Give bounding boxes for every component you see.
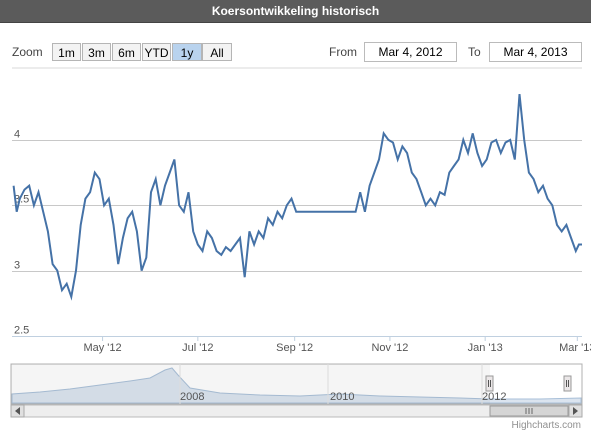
y-axis-labels: 2.533.54 [14, 129, 29, 337]
x-tick-label: Sep '12 [276, 342, 313, 354]
navigator-mask-left [11, 364, 490, 404]
x-tick-label: Jul '12 [182, 342, 213, 354]
grid-lines [12, 140, 582, 337]
navigator-scrollbar[interactable] [10, 404, 583, 418]
y-tick-label: 4 [14, 129, 20, 141]
y-tick-label: 2.5 [14, 325, 29, 337]
navigator-year-label: 2010 [330, 391, 354, 403]
x-tick-label: Jan '13 [468, 342, 503, 354]
x-tick-label: May '12 [83, 342, 121, 354]
x-tick-label: Mar '13 [559, 342, 591, 354]
price-series-line [12, 93, 582, 301]
navigator-right-handle[interactable] [563, 375, 572, 392]
y-tick-label: 3 [14, 260, 20, 272]
x-tick-label: Nov '12 [371, 342, 408, 354]
navigator-year-label: 2008 [180, 391, 204, 403]
highcharts-credit[interactable]: Highcharts.com [512, 420, 581, 431]
navigator[interactable]: 2008 2010 2012 [10, 363, 583, 405]
x-axis-labels: May '12 Jul '12 Sep '12 Nov '12 Jan '13 Mar '… [12, 336, 591, 354]
price-chart[interactable]: 2.533.54 May '12 Jul '12 Sep '12 Nov '12 Jan… [0, 0, 591, 433]
navigator-left-handle[interactable] [485, 375, 494, 392]
navigator-year-label: 2012 [482, 391, 506, 403]
